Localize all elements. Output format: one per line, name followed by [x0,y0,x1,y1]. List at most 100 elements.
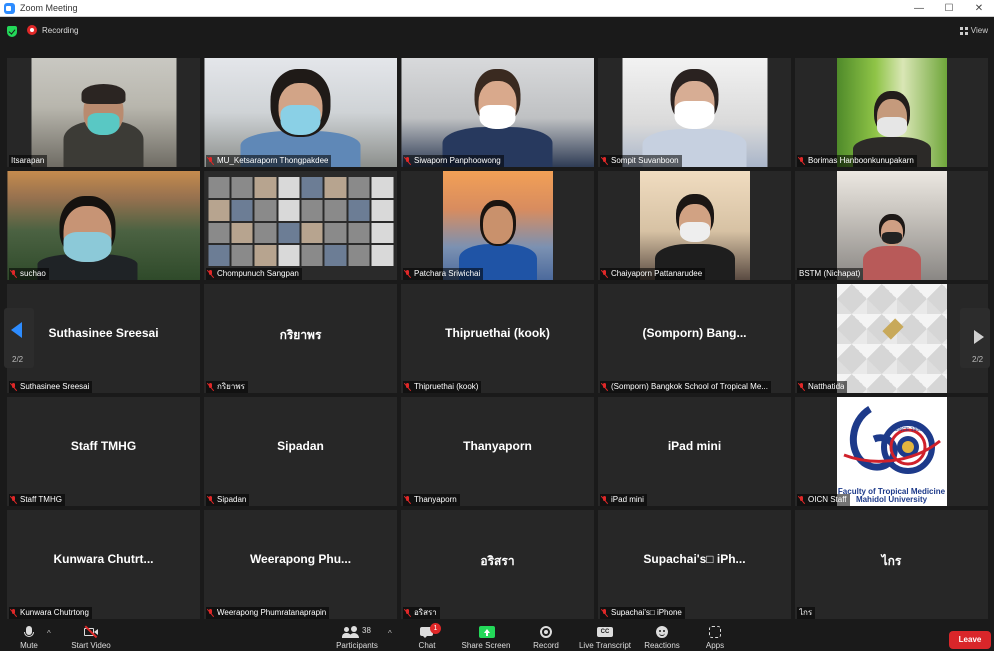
window-controls: — ☐ ✕ [904,0,994,17]
participant-display-name: อริสรา [480,554,515,568]
minimize-button[interactable]: — [904,0,934,17]
participant-tile[interactable]: Thipruethai (kook) Thipruethai (kook) [401,284,594,393]
decorative-pattern-shape [881,318,904,340]
muted-mic-icon [11,496,16,504]
muted-mic-icon [11,609,16,617]
participant-name-label: OICN Staff [797,494,850,506]
participant-tile[interactable]: Kunwara Chutrt... Kunwara Chutrtong [7,510,200,619]
record-dot-icon [27,25,37,35]
close-button[interactable]: ✕ [964,0,994,17]
participant-name-label: Siwaporn Panphoowong [403,155,504,167]
arrow-left-icon [11,322,22,338]
muted-mic-icon [208,270,213,278]
faculty-logo-text: Faculty of Tropical Medicine Mahidol Uni… [837,487,946,504]
participant-name-label: Borimas Hanboonkunupakarn [797,155,917,167]
participant-display-name: Suthasinee Sreesai [48,326,159,340]
share-screen-icon [479,626,495,638]
participant-tile[interactable]: MU_Ketsaraporn Thongpakdee [204,58,397,167]
participant-tile[interactable]: Borimas Hanboonkunupakarn [795,58,988,167]
recording-indicator[interactable]: Recording [27,25,78,35]
mute-button[interactable]: Mute [13,620,45,650]
participant-tile[interactable]: ไกร ไกร [795,510,988,619]
participant-name-label: Natthatida [797,381,848,393]
participant-tile[interactable]: Weerapong Phu... Weerapong Phumratanapra… [204,510,397,619]
participant-name-label: (Somporn) Bangkok School of Tropical Me.… [600,381,771,393]
participant-video [204,171,397,280]
video-off-icon [84,625,98,639]
participant-tile[interactable]: Supachai's□ iPh... Supachai's□ iPhone [598,510,791,619]
participant-tile[interactable]: (Somporn) Bang... (Somporn) Bangkok Scho… [598,284,791,393]
participants-icon: 38 [342,626,372,638]
meeting-toolbar: Mute ^ Start Video 38 Participants ^ 1 C… [0,620,994,650]
participant-name-label: Itsarapan [9,155,48,167]
video-grid: Itsarapan MU_Ketsaraporn Thongpakdee Siw… [7,58,989,619]
muted-mic-icon [799,157,804,165]
participant-tile[interactable]: Siwaporn Panphoowong [401,58,594,167]
participant-tile[interactable]: Staff TMHG Staff TMHG [7,397,200,506]
participant-video [204,58,397,167]
logo-since-text: SINCE 1960 [894,427,922,433]
view-button[interactable]: View [959,26,988,35]
participant-tile[interactable]: Sompit Suvanboon [598,58,791,167]
microphone-icon [22,626,36,638]
participant-tile[interactable]: iPad mini iPad mini [598,397,791,506]
participant-name-label: MU_Ketsaraporn Thongpakdee [206,155,332,167]
participant-tile[interactable]: Chompunuch Sangpan [204,171,397,280]
start-video-button[interactable]: Start Video [68,620,114,650]
participant-tile[interactable]: Patchara Sriwichai [401,171,594,280]
participant-display-name: กริยาพร [279,328,322,342]
participant-name-label: iPad mini [600,494,647,506]
participant-display-name: Thipruethai (kook) [445,326,550,340]
participant-display-name: ไกร [881,554,902,568]
participant-name-label: suchao [9,268,49,280]
chat-button[interactable]: 1 Chat [413,620,441,650]
participant-tile[interactable]: SINCE 1960 Faculty of Tropical Medicine … [795,397,988,506]
share-screen-button[interactable]: Share Screen [459,620,513,650]
security-shield-icon[interactable] [7,26,17,37]
participant-display-name: Supachai's□ iPh... [643,552,746,566]
muted-mic-icon [602,157,607,165]
apps-button[interactable]: Apps [701,620,729,650]
recording-label: Recording [42,25,79,35]
meeting-topbar: Recording View [0,18,994,46]
participant-tile[interactable]: Suthasinee Sreesai Suthasinee Sreesai [7,284,200,393]
participant-tile[interactable]: Itsarapan [7,58,200,167]
chat-unread-badge: 1 [430,623,441,634]
participant-tile[interactable]: กริยาพร กริยาพร [204,284,397,393]
participant-name-label: Staff TMHG [9,494,65,506]
participant-display-name: Thanyaporn [463,439,532,453]
participants-options-caret[interactable]: ^ [388,629,392,638]
muted-mic-icon [11,270,16,278]
participant-tile[interactable]: Chaiyaporn Pattanarudee [598,171,791,280]
audio-options-caret[interactable]: ^ [47,629,51,638]
leave-button[interactable]: Leave [949,631,991,649]
participant-video [836,284,947,393]
participants-button[interactable]: 38 Participants [333,620,381,650]
muted-mic-icon [208,383,213,391]
record-button[interactable]: Record [531,620,561,650]
faculty-logo-video: SINCE 1960 Faculty of Tropical Medicine … [836,397,947,506]
participants-count: 38 [362,626,371,635]
window-titlebar: Zoom Meeting — ☐ ✕ [0,0,994,17]
live-transcript-button[interactable]: CC Live Transcript [578,620,632,650]
view-label: View [970,26,988,35]
participant-name-label: Patchara Sriwichai [403,268,484,280]
maximize-button[interactable]: ☐ [934,0,964,17]
participant-name-label: Kunwara Chutrtong [9,607,92,619]
chat-icon: 1 [420,623,441,638]
participant-tile[interactable]: Sipadan Sipadan [204,397,397,506]
participant-name-label: Sompit Suvanboon [600,155,682,167]
participant-tile[interactable]: BSTM (Nichapat) [795,171,988,280]
muted-mic-icon [208,609,213,617]
participant-tile[interactable]: Thanyaporn Thanyaporn [401,397,594,506]
participant-video [836,171,947,280]
participant-name-label: Chompunuch Sangpan [206,268,302,280]
reactions-button[interactable]: Reactions [643,620,681,650]
participant-figure [54,67,154,167]
participant-tile[interactable]: suchao [7,171,200,280]
muted-mic-icon [405,383,410,391]
muted-mic-icon [405,609,410,617]
participant-tile[interactable]: อริสรา อริสรา [401,510,594,619]
participant-name-label: อริสรา [403,607,440,619]
participant-name-label: กริยาพร [206,381,248,393]
